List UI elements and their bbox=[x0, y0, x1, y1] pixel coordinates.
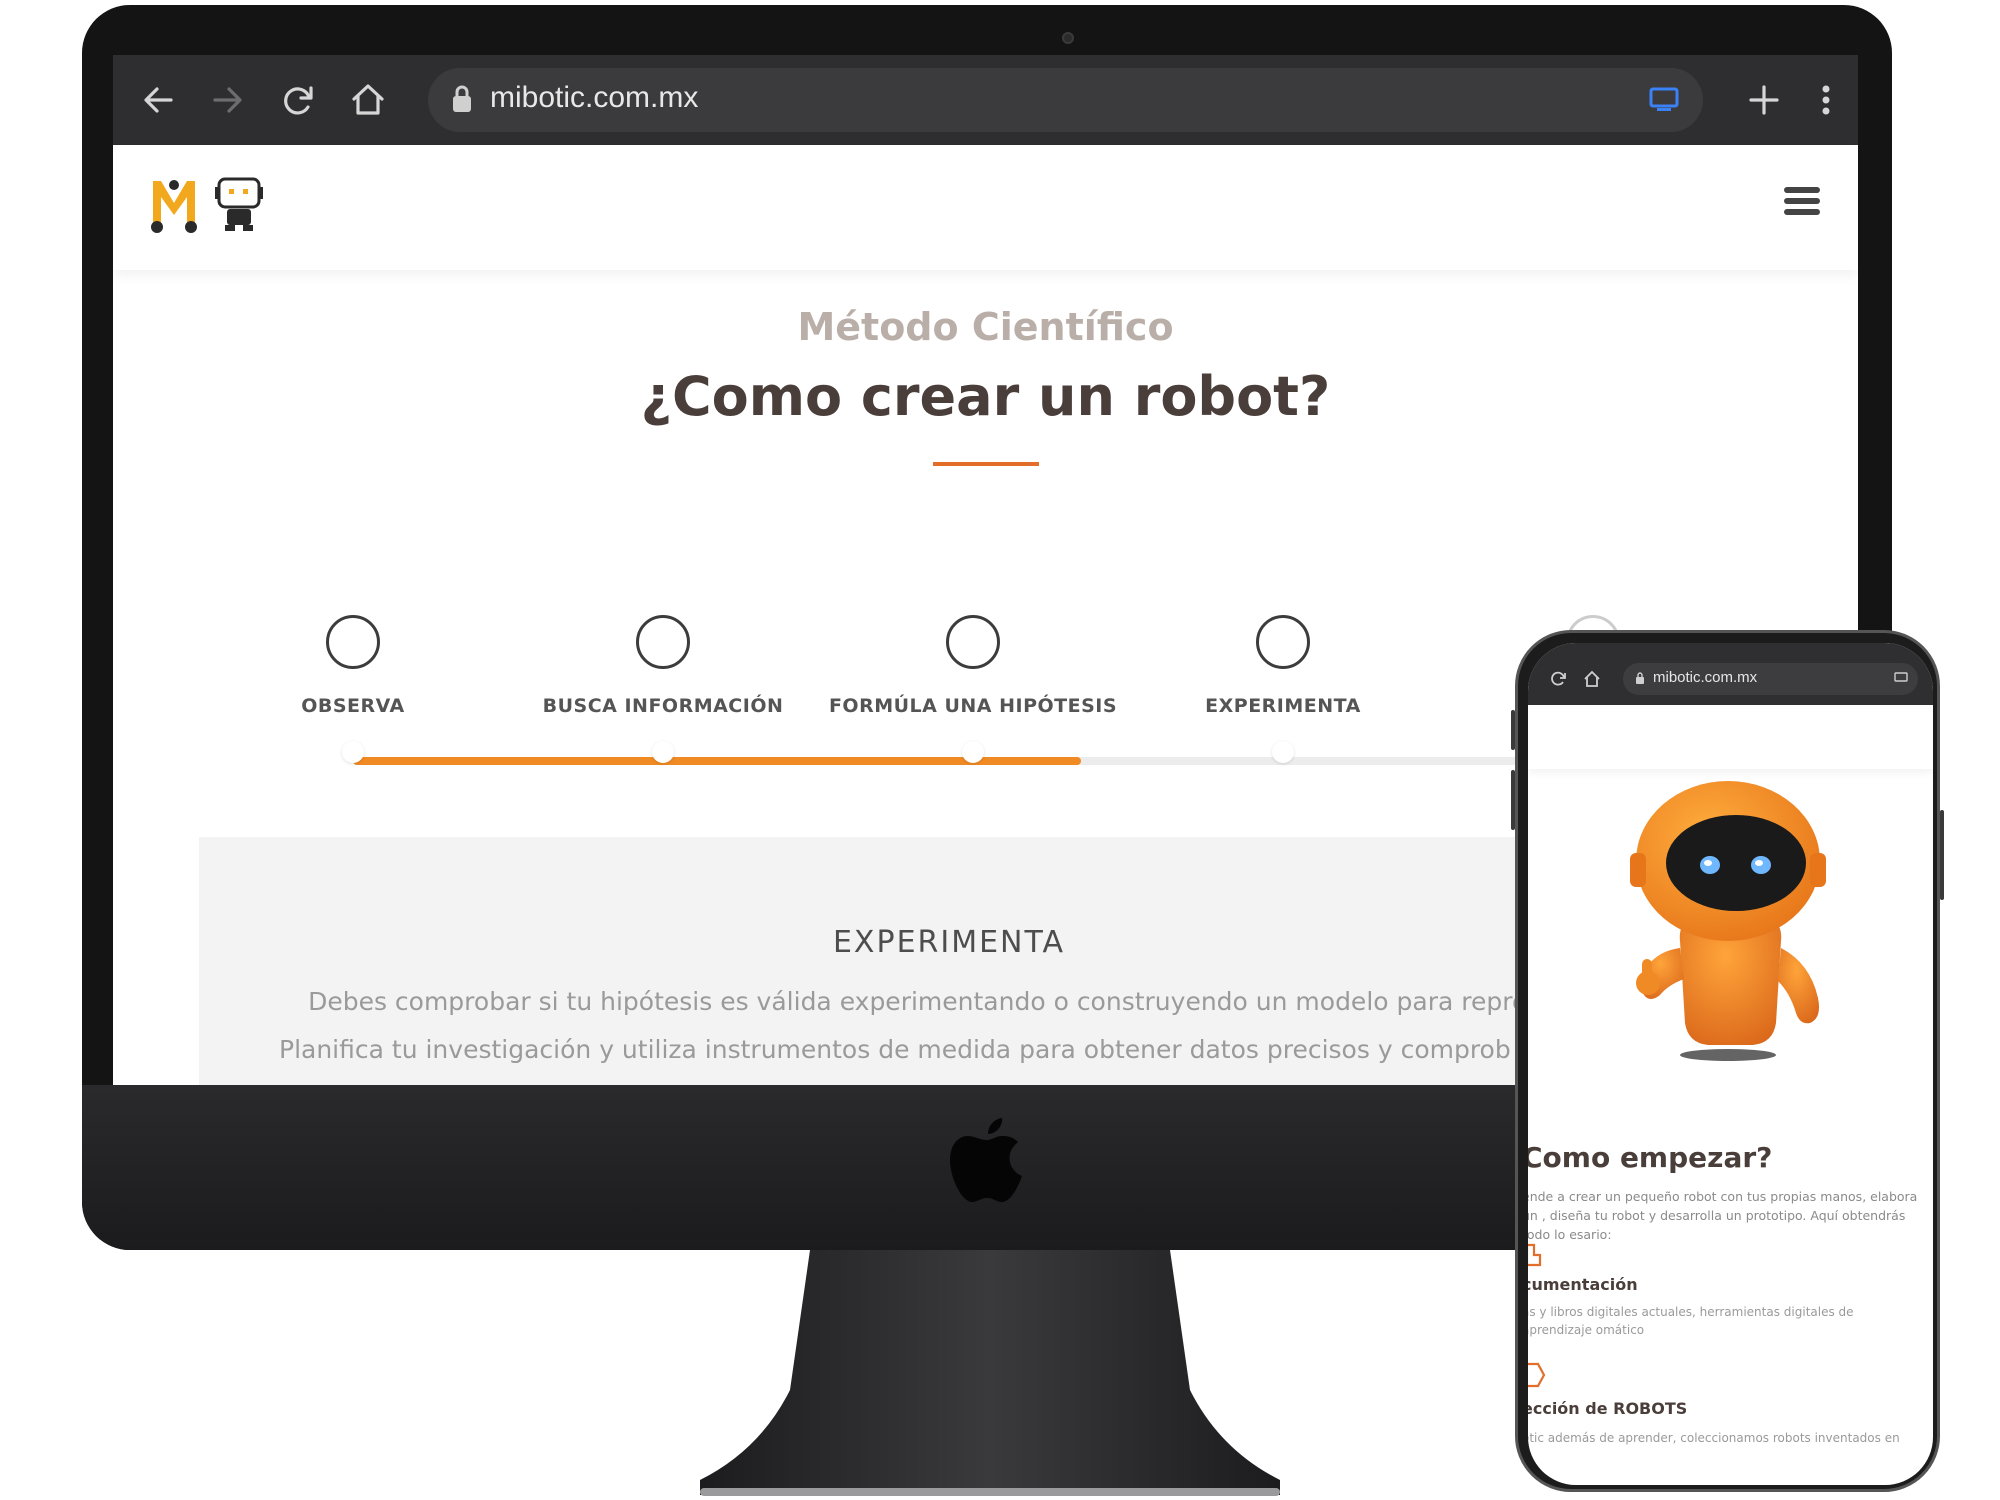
reload-icon[interactable] bbox=[1548, 669, 1568, 689]
home-icon[interactable] bbox=[1582, 669, 1602, 689]
new-tab-icon[interactable] bbox=[1741, 77, 1787, 123]
phone-body: mibotic.com.mx Como empezar? ende a crea… bbox=[1515, 630, 1940, 1492]
forward-arrow-icon[interactable] bbox=[205, 77, 251, 123]
timeline-step-formula-hipotesis[interactable]: FORMÚLA UNA HIPÓTESIS bbox=[823, 615, 1123, 717]
step-circle-icon bbox=[326, 615, 380, 669]
back-arrow-icon[interactable] bbox=[135, 77, 181, 123]
url-text[interactable]: mibotic.com.mx bbox=[490, 81, 698, 115]
phone-section-heading: Como empezar? bbox=[1528, 1141, 1773, 1174]
browser-toolbar: mibotic.com.mx bbox=[113, 55, 1858, 145]
hamburger-menu-icon[interactable] bbox=[1784, 187, 1820, 217]
timeline-step-observa[interactable]: OBSERVA bbox=[203, 615, 503, 717]
home-icon[interactable] bbox=[345, 77, 391, 123]
phone-mockup: mibotic.com.mx Como empezar? ende a crea… bbox=[1511, 630, 1944, 1500]
panel-title: EXPERIMENTA bbox=[832, 925, 1066, 960]
phone-browser-toolbar: mibotic.com.mx bbox=[1528, 643, 1933, 705]
timeline-dot[interactable] bbox=[652, 741, 674, 763]
step-label: BUSCA INFORMACIÓN bbox=[542, 695, 784, 717]
step-circle-icon bbox=[946, 615, 1000, 669]
cast-icon[interactable] bbox=[1649, 86, 1679, 112]
feature-text: as y libros digitales actuales, herramie… bbox=[1528, 1305, 1854, 1337]
timeline-dot[interactable] bbox=[342, 741, 364, 763]
feature-title: cumentación bbox=[1528, 1275, 1638, 1294]
timeline-step-experimenta[interactable]: EXPERIMENTA bbox=[1133, 615, 1433, 717]
phone-screen: mibotic.com.mx Como empezar? ende a crea… bbox=[1528, 643, 1933, 1485]
title-underline bbox=[933, 462, 1039, 466]
more-menu-icon[interactable] bbox=[1803, 77, 1849, 123]
address-bar[interactable]: mibotic.com.mx bbox=[428, 68, 1703, 132]
hexagon-icon bbox=[1528, 1362, 1546, 1388]
phone-intro-text: ende a crear un pequeño robot con tus pr… bbox=[1528, 1189, 1918, 1242]
step-label: EXPERIMENTA bbox=[1205, 695, 1361, 717]
section-subtitle: Método Científico bbox=[797, 305, 1174, 349]
timeline-step-busca-informacion[interactable]: BUSCA INFORMACIÓN bbox=[513, 615, 813, 717]
step-circle-icon bbox=[636, 615, 690, 669]
device-mockup-stage: mibotic.com.mx Método Científico ¿Como c… bbox=[0, 0, 2000, 1500]
step-label: FORMÚLA UNA HIPÓTESIS bbox=[828, 695, 1118, 717]
phone-side-button bbox=[1940, 810, 1944, 900]
phone-site-header bbox=[1528, 705, 1933, 769]
feature-text: otic además de aprender, coleccionamos r… bbox=[1528, 1431, 1900, 1445]
orange-robot-illustration bbox=[1630, 781, 1826, 1061]
lock-icon bbox=[1636, 672, 1644, 684]
mibotic-logo-icon[interactable] bbox=[149, 175, 269, 235]
timeline-dot[interactable] bbox=[1272, 741, 1294, 763]
url-text[interactable]: mibotic.com.mx bbox=[1653, 669, 1757, 686]
reload-icon[interactable] bbox=[275, 77, 321, 123]
lock-icon bbox=[453, 85, 471, 112]
phone-address-bar[interactable]: mibotic.com.mx bbox=[1623, 663, 1918, 695]
timeline-dot[interactable] bbox=[962, 741, 984, 763]
step-label: OBSERVA bbox=[301, 695, 405, 717]
apple-logo-icon bbox=[950, 1118, 1022, 1202]
section-title: ¿Como crear un robot? bbox=[640, 365, 1331, 428]
document-icon bbox=[1528, 1243, 1542, 1267]
camera-icon bbox=[1062, 32, 1074, 44]
feature-title: ección de ROBOTS bbox=[1528, 1399, 1688, 1418]
imac-stand bbox=[700, 1250, 1280, 1496]
cast-icon[interactable] bbox=[1894, 672, 1908, 684]
site-header bbox=[113, 145, 1858, 270]
panel-text-line: Debes comprobar si tu hipótesis es válid… bbox=[308, 987, 1590, 1016]
step-circle-icon bbox=[1256, 615, 1310, 669]
